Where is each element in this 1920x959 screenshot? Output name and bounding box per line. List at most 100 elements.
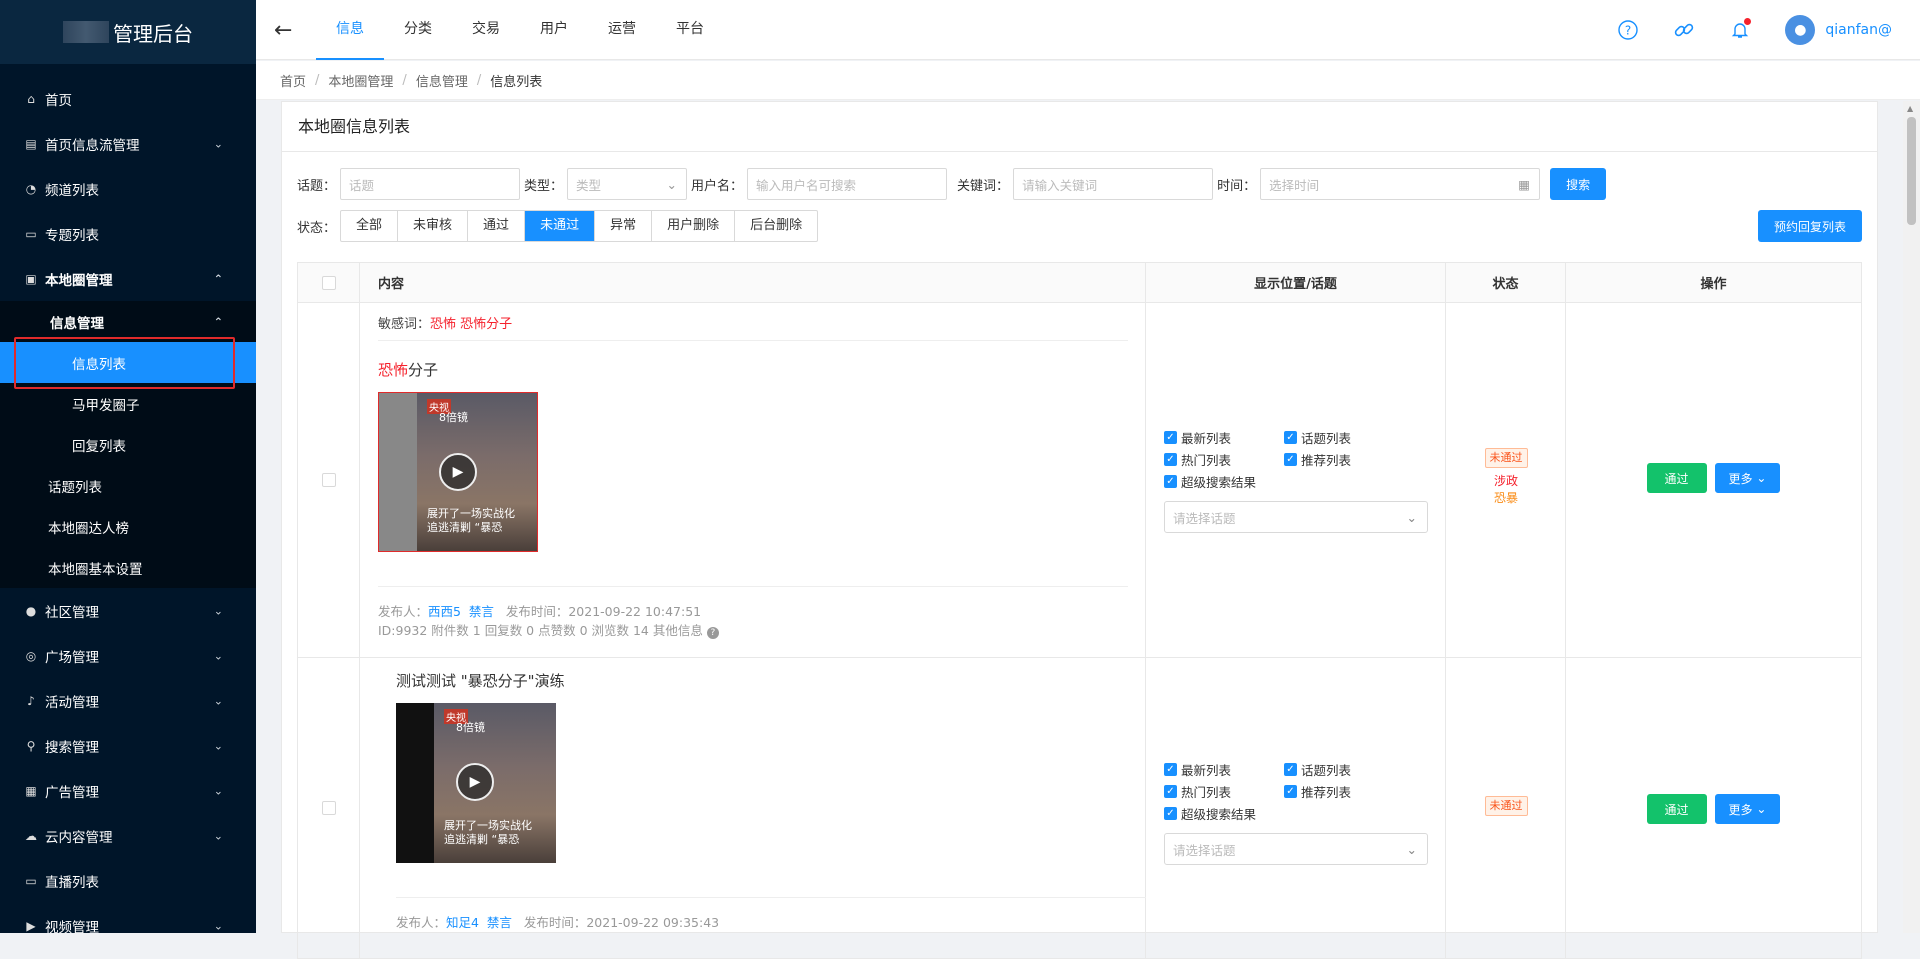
row-checkbox[interactable] [321, 801, 336, 815]
sidebar-item-channel[interactable]: ◔ 频道列表 [0, 166, 256, 211]
tab-user[interactable]: 用户 [520, 0, 588, 60]
breadcrumb-home[interactable]: 首页 [280, 71, 306, 90]
breadcrumb-info-mgmt[interactable]: 信息管理 [416, 71, 468, 90]
check-label: 最新列表 [1181, 763, 1232, 778]
sidebar-item-majia[interactable]: 马甲发圈子 [0, 383, 256, 424]
sidebar-item-live[interactable]: ▭ 直播列表 [0, 858, 256, 903]
status-user-deleted[interactable]: 用户删除 [652, 211, 736, 241]
sidebar-item-community[interactable]: ● 社区管理 ⌄ [0, 588, 256, 633]
status-abnormal[interactable]: 异常 [595, 211, 653, 241]
sidebar-item-info-mgmt[interactable]: 信息管理 ⌃ [0, 301, 256, 342]
sidebar-item-feed[interactable]: ▤ 首页信息流管理 ⌄ [0, 121, 256, 166]
help-icon[interactable]: ? [1617, 19, 1639, 41]
breadcrumb-local[interactable]: 本地圈管理 [328, 71, 393, 90]
scroll-thumb[interactable] [1907, 117, 1916, 225]
check-topic[interactable]: ✓ 话题列表 [1284, 428, 1404, 447]
pass-button[interactable]: 通过 [1646, 794, 1707, 824]
ban-link[interactable]: 禁言 [487, 915, 512, 930]
tab-platform[interactable]: 平台 [656, 0, 724, 60]
bell-icon[interactable] [1729, 18, 1752, 41]
time-label: 时间： [1217, 178, 1257, 194]
filter-row: 话题： 话题 类型： 类型 ⌄ 用户名： 输入用户名可搜索 关键词： 请输入关键词… [297, 168, 1607, 200]
back-arrow-icon[interactable]: ← [274, 18, 292, 43]
time-picker[interactable]: 选择时间 ▦ [1260, 168, 1541, 200]
main-card: 本地圈信息列表 话题： 话题 类型： 类型 ⌄ 用户名： 输入用户名可搜索 关键词… [281, 101, 1878, 959]
ban-link[interactable]: 禁言 [469, 604, 494, 619]
sidebar-item-home[interactable]: ⌂ 首页 [0, 76, 256, 121]
status-passed[interactable]: 通过 [468, 211, 526, 241]
play-icon[interactable]: ▶ [439, 453, 477, 491]
sidebar-item-reply[interactable]: 回复列表 [0, 424, 256, 465]
sidebar-item-info-list[interactable]: 信息列表 [0, 342, 256, 383]
sidebar-item-square[interactable]: ◎ 广场管理 ⌄ [0, 633, 256, 678]
reserve-reply-button[interactable]: 预约回复列表 [1758, 210, 1862, 242]
link-icon[interactable] [1673, 19, 1695, 41]
scroll-up-icon[interactable]: ▲ [1907, 104, 1913, 113]
video-brand: 8倍镜 [439, 411, 468, 424]
sidebar-item-video[interactable]: ▶ 视频管理 ⌄ [0, 903, 256, 934]
topic-label: 话题： [297, 178, 337, 194]
topic-input[interactable]: 话题 [340, 168, 521, 200]
sidebar-item-settings[interactable]: 本地圈基本设置 [0, 547, 256, 588]
publisher-link[interactable]: 西西5 [428, 604, 461, 619]
sidebar-item-topic-list[interactable]: ▭ 专题列表 [0, 211, 256, 256]
select-all-checkbox[interactable] [321, 275, 336, 290]
status-admin-deleted[interactable]: 后台删除 [735, 211, 817, 241]
more-button[interactable]: 更多 ⌄ [1714, 463, 1781, 493]
keyword-input[interactable]: 请输入关键词 [1013, 168, 1214, 200]
video-thumbnail[interactable]: 央视 8倍镜 ▶ 展开了一场实战化 追逃清剿 “暴恐 [378, 392, 538, 552]
info-icon[interactable]: ? [706, 627, 719, 639]
status-badge: 未通过 [1484, 448, 1528, 468]
tab-trade[interactable]: 交易 [452, 0, 520, 60]
publisher-link[interactable]: 知足4 [446, 915, 479, 930]
sidebar-item-activity[interactable]: ♪ 活动管理 ⌄ [0, 678, 256, 723]
status-rejected[interactable]: 未通过 [525, 211, 596, 241]
sidebar-item-label: 云内容管理 [45, 829, 113, 846]
topic-select[interactable]: 请选择话题 ⌄ [1164, 501, 1428, 533]
check-recommend[interactable]: ✓ 推荐列表 [1284, 450, 1404, 469]
post-title[interactable]: 测试测试 "暴恐分子"演练 [396, 670, 1127, 691]
sidebar-item-daren[interactable]: 本地圈达人榜 [0, 506, 256, 547]
doc-icon: ▤ [25, 136, 37, 151]
type-select[interactable]: 类型 ⌄ [567, 168, 688, 200]
tab-category[interactable]: 分类 [384, 0, 452, 60]
calendar-icon: ▦ [1518, 176, 1531, 192]
sidebar-item-label: 频道列表 [45, 182, 99, 199]
more-button[interactable]: 更多 ⌄ [1714, 794, 1781, 824]
chevron-down-icon: ⌄ [213, 604, 223, 617]
sidebar-item-ad[interactable]: ▦ 广告管理 ⌄ [0, 768, 256, 813]
publisher-label: 发布人： [396, 915, 447, 930]
tab-operation[interactable]: 运营 [588, 0, 656, 60]
reason-terror: 恐暴 [1493, 491, 1518, 505]
check-super-search[interactable]: ✓ 超级搜索结果 [1164, 472, 1364, 491]
status-unreviewed[interactable]: 未审核 [398, 211, 469, 241]
pass-button[interactable]: 通过 [1646, 463, 1707, 493]
check-hot[interactable]: ✓ 热门列表 [1164, 782, 1284, 801]
search-button[interactable]: 搜索 [1550, 168, 1607, 200]
sidebar-item-local[interactable]: ▣ 本地圈管理 ⌃ [0, 256, 256, 301]
play-icon[interactable]: ▶ [456, 763, 494, 801]
sidebar-item-search[interactable]: ⚲ 搜索管理 ⌄ [0, 723, 256, 768]
check-recommend[interactable]: ✓ 推荐列表 [1284, 782, 1404, 801]
check-latest[interactable]: ✓ 最新列表 [1164, 428, 1284, 447]
app-logo[interactable]: 管理后台 [0, 0, 256, 64]
search-icon: ⚲ [26, 738, 36, 753]
checked-icon: ✓ [1164, 807, 1177, 820]
page-scrollbar[interactable]: ▲ [1903, 101, 1920, 933]
username-input[interactable]: 输入用户名可搜索 [747, 168, 948, 200]
row-checkbox[interactable] [321, 473, 336, 487]
topic-select[interactable]: 请选择话题 ⌄ [1164, 833, 1428, 865]
check-topic[interactable]: ✓ 话题列表 [1284, 760, 1404, 779]
chevron-down-icon: ⌄ [213, 649, 223, 662]
user-menu[interactable]: ● qianfan@ [1785, 15, 1892, 45]
status-all[interactable]: 全部 [341, 211, 399, 241]
video-thumbnail[interactable]: 央视 8倍镜 ▶ 展开了一场实战化 追逃清剿 “暴恐 [396, 703, 556, 863]
sidebar-item-topic[interactable]: 话题列表 [0, 465, 256, 506]
check-super-search[interactable]: ✓ 超级搜索结果 [1164, 804, 1364, 823]
sidebar-item-cloud[interactable]: ☁ 云内容管理 ⌄ [0, 813, 256, 858]
check-hot[interactable]: ✓ 热门列表 [1164, 450, 1284, 469]
check-latest[interactable]: ✓ 最新列表 [1164, 760, 1284, 779]
position-group: ✓ 最新列表 ✓ 话题列表 ✓ 热门列表 ✓ 推荐列表 ✓ 超级搜索结果 请选择话题 ⌄ [1164, 760, 1434, 865]
tab-info[interactable]: 信息 [316, 0, 384, 60]
post-title[interactable]: 恐怖分子 [378, 359, 1127, 380]
